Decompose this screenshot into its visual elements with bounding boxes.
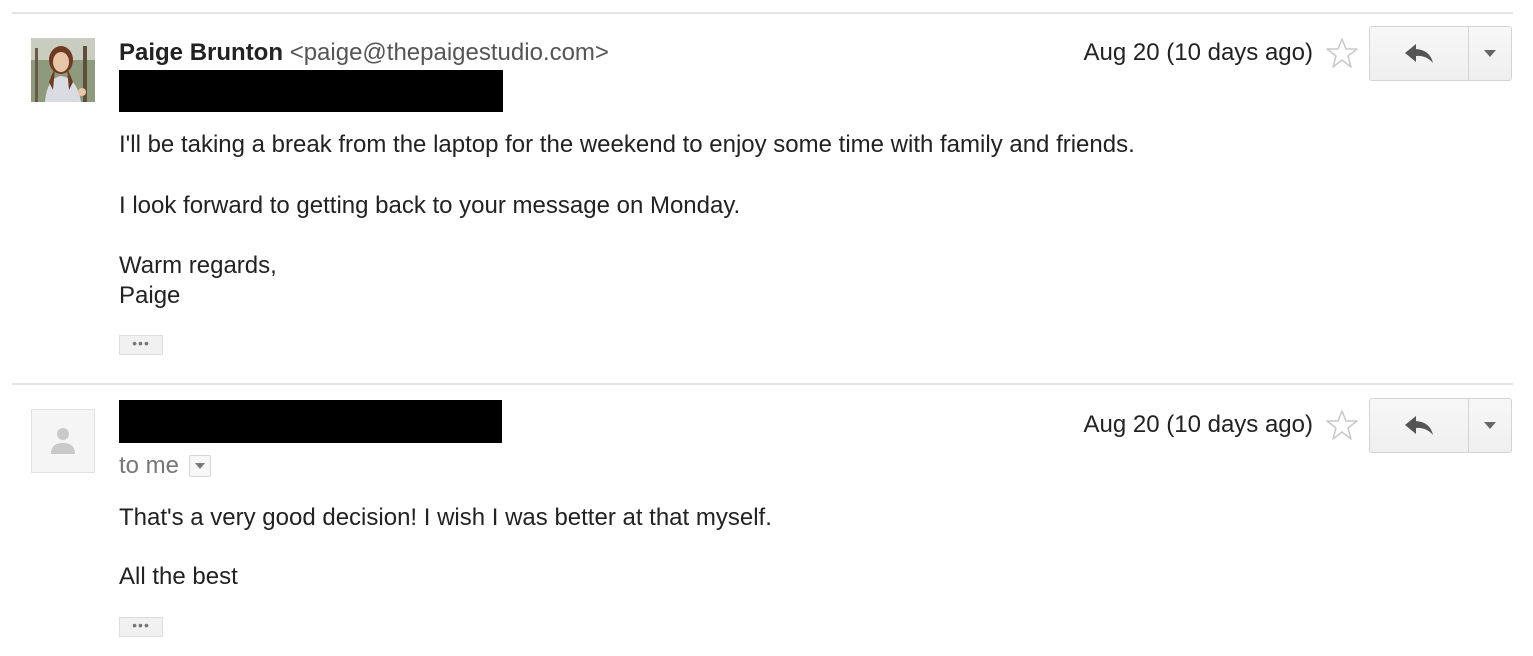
message-date[interactable]: Aug 20 (10 days ago) — [1084, 39, 1314, 67]
more-options-button[interactable] — [1469, 399, 1511, 452]
sender-email: <paige@thepaigestudio.com> — [289, 39, 609, 66]
show-trimmed-content-button[interactable]: ••• — [119, 335, 163, 355]
chevron-down-icon — [1484, 49, 1496, 57]
redacted-recipient — [119, 70, 503, 112]
message-body-line: Paige — [119, 282, 181, 309]
star-icon[interactable] — [1326, 409, 1358, 441]
show-details-button[interactable] — [189, 455, 212, 477]
default-person-icon — [51, 428, 75, 454]
ellipsis-icon: ••• — [132, 617, 150, 633]
top-divider — [12, 12, 1513, 14]
reply-icon — [1405, 415, 1433, 435]
reply-button[interactable] — [1370, 399, 1469, 452]
sender-avatar[interactable] — [31, 38, 95, 102]
sender-line: Paige Brunton <paige@thepaigestudio.com> — [119, 39, 609, 67]
sender-avatar[interactable] — [31, 409, 95, 473]
redacted-sender — [119, 400, 502, 443]
to-me-label: to me — [119, 452, 180, 479]
message-divider — [12, 383, 1513, 385]
recipient-line: to me — [119, 452, 212, 480]
sender-name[interactable]: Paige Brunton — [119, 39, 283, 66]
star-icon[interactable] — [1326, 37, 1358, 69]
message-body-line: That's a very good decision! I wish I wa… — [119, 504, 772, 531]
chevron-down-icon — [195, 463, 206, 469]
more-options-button[interactable] — [1469, 27, 1511, 80]
show-trimmed-content-button[interactable]: ••• — [119, 617, 163, 637]
reply-button-group — [1369, 26, 1512, 81]
reply-button-group — [1369, 398, 1512, 453]
message-body-line: I look forward to getting back to your m… — [119, 192, 741, 219]
message-date[interactable]: Aug 20 (10 days ago) — [1084, 411, 1314, 439]
reply-icon — [1405, 43, 1433, 63]
message-body-line: Warm regards, — [119, 252, 277, 279]
profile-photo — [31, 38, 95, 102]
reply-button[interactable] — [1370, 27, 1469, 80]
message-body-line: All the best — [119, 563, 238, 590]
ellipsis-icon: ••• — [132, 335, 150, 351]
message-body-line: I'll be taking a break from the laptop f… — [119, 131, 1135, 158]
chevron-down-icon — [1484, 421, 1496, 429]
